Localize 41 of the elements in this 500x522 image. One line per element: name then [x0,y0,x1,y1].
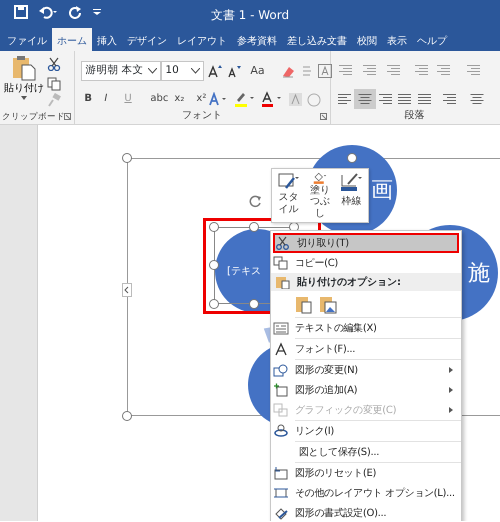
toolbar-button[interactable]: 塗りつぶし [305,172,335,219]
group-label: クリップボード [2,112,62,122]
menu-item[interactable]: 図形のリセット(E) [271,463,461,483]
ribbon-tab[interactable]: ファイル [2,28,52,51]
paste-button[interactable]: 貼り付け [4,55,44,107]
ribbon-tab[interactable]: レイアウト [172,28,232,51]
format-button[interactable]: x² [193,91,210,106]
menu-header: 貼り付けのオプション: [297,275,401,290]
ribbon-tab[interactable]: ホーム [52,28,92,51]
menu-item[interactable]: その他のレイアウト オプション(L)... [271,483,461,503]
font-size-field[interactable]: 10 [161,61,204,81]
window-title: 文書 1 - Word [210,7,290,24]
menu-item[interactable]: フォント(F)... [271,339,461,359]
shape-text: 施 [468,260,490,288]
menu-item[interactable]: 図形の書式設定(O)... [271,503,461,521]
format-button[interactable]: abc [147,91,172,106]
ribbon-tab[interactable]: ヘルプ [412,28,452,51]
menu-item[interactable]: 図形の追加(A) [271,380,461,400]
menu-item[interactable]: 図形の変更(N) [271,360,461,380]
ribbon-tab[interactable]: 校閲 [352,28,382,51]
format-button[interactable]: B [81,91,96,106]
ribbon-tab[interactable]: 差し込み文書 [282,28,352,51]
change-case-button[interactable]: Aa [247,63,268,80]
format-button[interactable]: x₂ [171,91,188,106]
menu-item[interactable]: 図として保存(S)... [271,442,461,462]
menu-item[interactable]: テキストの編集(X) [271,318,461,338]
toolbar-button[interactable]: スタイル [274,172,304,219]
toolbar-button[interactable]: 枠線 [336,172,366,219]
shape-text: [テキス [227,264,261,278]
font-name-field[interactable]: 游明朝 本文 [81,61,162,81]
group-label: フォント [180,110,223,122]
ribbon-tab[interactable]: 挿入 [92,28,122,51]
menu-item[interactable]: リンク(I) [271,421,461,441]
ribbon-tab[interactable]: 参考資料 [232,28,282,51]
group-label: 段落 [404,110,426,122]
ribbon-tab[interactable]: 表示 [382,28,412,51]
menu-item[interactable]: 切り取り(T) [273,233,459,253]
shape-text: 画 [371,176,393,204]
format-button[interactable]: I [101,91,110,106]
ribbon-tab[interactable]: デザイン [122,28,172,51]
menu-item[interactable]: コピー(C) [271,253,461,273]
